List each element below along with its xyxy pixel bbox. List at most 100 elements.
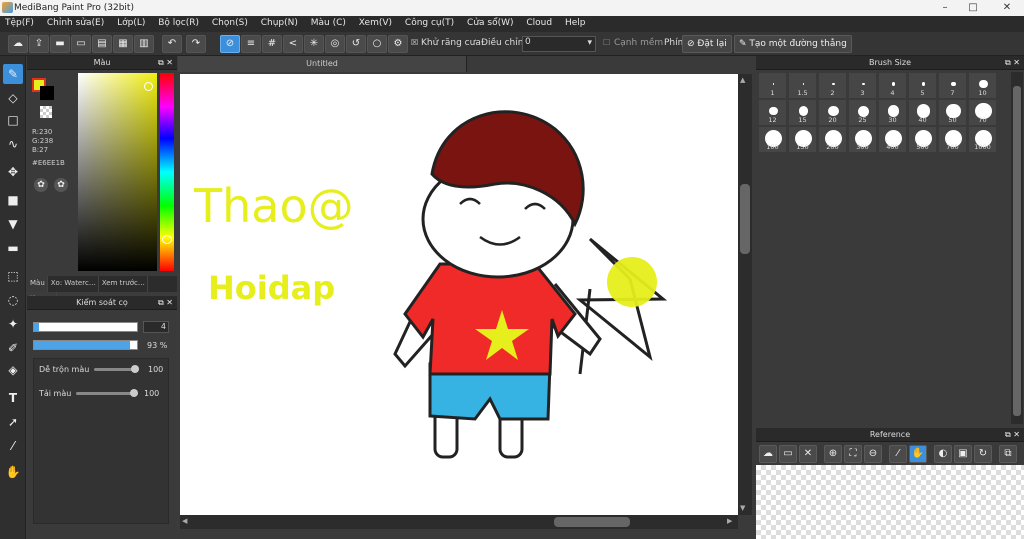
zoom-out-icon[interactable]: ⊖ [864, 445, 882, 463]
brush-size-cell[interactable]: 500 [908, 126, 937, 153]
dot-tool-icon[interactable]: □ [3, 110, 23, 130]
move-tool-icon[interactable]: ✥ [3, 162, 23, 182]
grid-icon[interactable]: ▥ [134, 35, 154, 53]
brush-size-cell[interactable]: 5 [908, 72, 937, 99]
brush-size-cell[interactable]: 15 [788, 99, 817, 126]
background-color-swatch[interactable] [40, 86, 54, 100]
drawing-canvas[interactable]: Thao@ Hoidap [180, 74, 738, 515]
copy-icon[interactable]: ⧉ [999, 445, 1017, 463]
saturation-value-picker[interactable] [78, 73, 157, 271]
settings-icon[interactable]: ⚙ [388, 35, 408, 53]
grid-snap-icon[interactable]: # [262, 35, 282, 53]
brush-size-slider[interactable] [33, 322, 138, 332]
transparent-swatch[interactable] [40, 106, 52, 118]
palette-icon[interactable]: ✿ [34, 178, 48, 192]
straight-line-button[interactable]: ✎ Tạo một đường thẳng [734, 35, 852, 53]
cloud-icon[interactable]: ☁ [8, 35, 28, 53]
brush-size-cell[interactable]: 30 [878, 99, 907, 126]
maximize-button[interactable]: □ [962, 0, 984, 16]
menu-snap[interactable]: Chụp(N) [256, 16, 303, 28]
correction-select[interactable]: 0 ▾ [522, 36, 596, 52]
scroll-down-icon[interactable]: ▼ [740, 504, 745, 512]
menu-color[interactable]: Màu (C) [306, 16, 351, 28]
brush-size-cell[interactable]: 12 [758, 99, 787, 126]
brush-size-cell[interactable]: 10 [968, 72, 997, 99]
parallel-snap-icon[interactable]: ≡ [241, 35, 261, 53]
gradient-tool-icon[interactable]: ▬ [3, 238, 23, 258]
blend-knob[interactable] [131, 365, 139, 373]
edge-checkbox[interactable]: ☐ [603, 38, 610, 47]
blend-slider[interactable] [94, 365, 139, 373]
brush-size-cell[interactable]: 50 [938, 99, 967, 126]
fullscreen-icon[interactable]: ▣ [954, 445, 972, 463]
hand-tool-icon[interactable]: ✋ [3, 462, 23, 482]
brush-size-cell[interactable]: 300 [848, 126, 877, 153]
brush-size-cell[interactable]: 2 [818, 72, 847, 99]
document-tab[interactable]: Untitled [178, 56, 467, 72]
concentric-snap-icon[interactable]: ◎ [325, 35, 345, 53]
brush-size-cell[interactable]: 1000 [968, 126, 997, 153]
text-tool-icon[interactable]: T [3, 388, 23, 408]
horizontal-scroll-thumb[interactable] [554, 517, 630, 527]
close-icon[interactable]: ⧉ ✕ [158, 296, 173, 310]
document-icon[interactable]: ▤ [92, 35, 112, 53]
brush-size-cell[interactable]: 150 [788, 126, 817, 153]
brush-size-cell[interactable]: 70 [968, 99, 997, 126]
brush-size-scrollbar[interactable] [1011, 72, 1023, 424]
redo-icon[interactable]: ↷ [186, 35, 206, 53]
brush-size-input[interactable]: 4 [143, 321, 169, 333]
hand-icon[interactable]: ✋ [909, 445, 927, 463]
select-rect-tool-icon[interactable]: ⬚ [3, 266, 23, 286]
menu-view[interactable]: Xem(V) [354, 16, 397, 28]
menu-edit[interactable]: Chỉnh sửa(E) [42, 16, 109, 28]
lasso-tool-icon[interactable]: ◌ [3, 290, 23, 310]
rotate-icon[interactable]: ◐ [934, 445, 952, 463]
fit-icon[interactable]: ⛶ [844, 445, 862, 463]
delete-icon[interactable]: ✕ [799, 445, 817, 463]
antialias-checkbox[interactable]: ☒ [411, 38, 418, 47]
menu-filter[interactable]: Bộ lọc(R) [153, 16, 204, 28]
brush-size-cell[interactable]: 400 [878, 126, 907, 153]
tab-preview[interactable]: Xem trước… [99, 276, 148, 292]
brush-size-cell[interactable]: 3 [848, 72, 877, 99]
radial-snap-icon[interactable]: ✳ [304, 35, 324, 53]
brush-tool-icon[interactable]: ✎ [3, 64, 23, 84]
comment-icon[interactable]: ▬ [50, 35, 70, 53]
no-snap-icon[interactable]: ⊘ [220, 35, 240, 53]
cloud-open-icon[interactable]: ☁ [759, 445, 777, 463]
brush-size-cell[interactable]: 20 [818, 99, 847, 126]
reset-view-icon[interactable]: ↻ [974, 445, 992, 463]
brush-size-scroll-thumb[interactable] [1013, 86, 1021, 416]
horizontal-scrollbar[interactable]: ◀ ▶ [180, 515, 738, 529]
scroll-up-icon[interactable]: ▲ [740, 76, 745, 84]
chat-icon[interactable]: ▭ [71, 35, 91, 53]
close-icon[interactable]: ⧉ ✕ [1005, 428, 1020, 442]
scroll-left-icon[interactable]: ◀ [182, 517, 187, 525]
brush-size-cell[interactable]: 1 [758, 72, 787, 99]
minimize-button[interactable]: – [934, 0, 956, 16]
palette-add-icon[interactable]: ✿ [54, 178, 68, 192]
brush-size-cell[interactable]: 700 [938, 126, 967, 153]
tab-color[interactable]: Màu [27, 276, 48, 292]
bucket-tool-icon[interactable]: ▼ [3, 214, 23, 234]
eyedropper-icon[interactable]: ⁄ [889, 445, 907, 463]
undo-icon[interactable]: ↶ [162, 35, 182, 53]
brush-size-cell[interactable]: 1.5 [788, 72, 817, 99]
perspective-snap-icon[interactable]: < [283, 35, 303, 53]
picker-cursor[interactable] [144, 82, 153, 91]
magic-wand-tool-icon[interactable]: ✦ [3, 314, 23, 334]
circle-snap-icon[interactable]: ○ [367, 35, 387, 53]
menu-layer[interactable]: Lớp(L) [112, 16, 150, 28]
menu-select[interactable]: Chọn(S) [207, 16, 253, 28]
curve-snap-icon[interactable]: ↺ [346, 35, 366, 53]
operation-tool-icon[interactable]: ➚ [3, 412, 23, 432]
eyedropper-tool-icon[interactable]: ⁄ [3, 436, 23, 456]
menu-help[interactable]: Help [560, 16, 591, 28]
brush-size-cell[interactable]: 200 [818, 126, 847, 153]
menu-tools[interactable]: Công cụ(T) [400, 16, 459, 28]
brush-size-cell[interactable]: 100 [758, 126, 787, 153]
brush-size-cell[interactable]: 40 [908, 99, 937, 126]
vertical-scroll-thumb[interactable] [740, 184, 750, 254]
menu-file[interactable]: Tệp(F) [0, 16, 39, 28]
menu-window[interactable]: Cửa sổ(W) [462, 16, 518, 28]
